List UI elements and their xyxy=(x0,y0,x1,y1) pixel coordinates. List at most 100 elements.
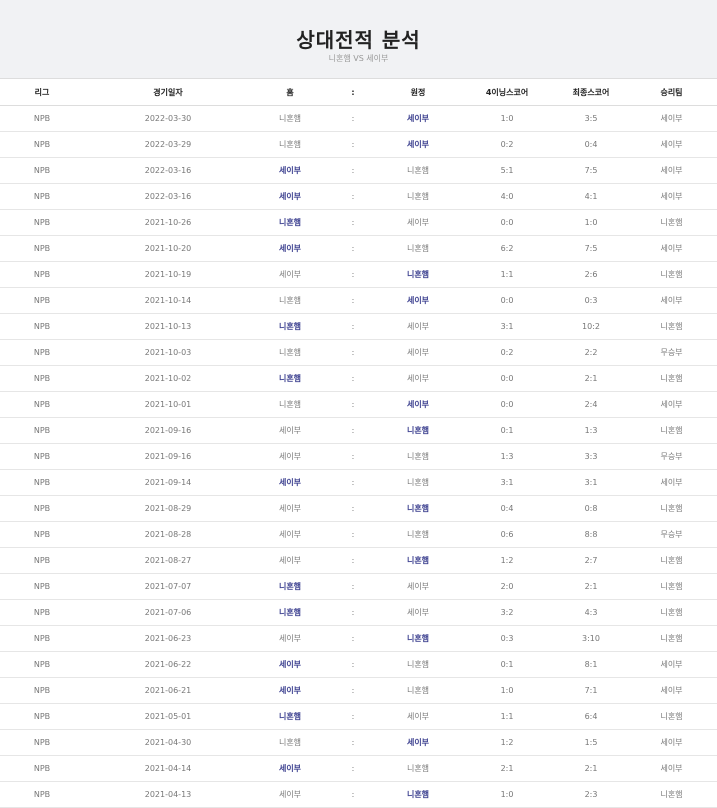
separator-cell: : xyxy=(328,131,378,158)
page-header: 상대전적 분석 니혼햄 VS 세이부 xyxy=(0,0,717,78)
away-team-cell: 니혼햄 xyxy=(378,495,458,522)
final-score-cell: 7:5 xyxy=(556,157,626,184)
home-team-cell: 세이부 xyxy=(252,261,328,288)
table-row: NPB 2021-10-14 니혼햄: 세이부 0:0 0:3 세이부 xyxy=(0,287,717,314)
four-inning-score-cell: 0:1 xyxy=(458,417,556,444)
league-cell: NPB xyxy=(0,365,84,392)
four-inning-score-cell: 0:0 xyxy=(458,287,556,314)
date-cell: 2021-10-02 xyxy=(84,365,252,392)
final-score-cell: 1:3 xyxy=(556,417,626,444)
table-row: NPB 2021-06-23 세이부: 니혼햄 0:3 3:10 니혼햄 xyxy=(0,625,717,652)
away-team-cell: 세이부 xyxy=(378,573,458,600)
date-cell: 2022-03-30 xyxy=(84,105,252,132)
four-inning-score-cell: 0:6 xyxy=(458,521,556,548)
date-cell: 2021-04-13 xyxy=(84,781,252,808)
date-cell: 2021-10-26 xyxy=(84,209,252,236)
final-score-cell: 0:3 xyxy=(556,287,626,314)
separator-cell: : xyxy=(328,677,378,704)
table-row: NPB 2022-03-30 니혼햄: 세이부 1:0 3:5 세이부 xyxy=(0,105,717,132)
away-team-cell: 니혼햄 xyxy=(378,417,458,444)
final-score-cell: 2:3 xyxy=(556,781,626,808)
column-header-4-inning-score: 4이닝스코어 xyxy=(458,78,556,106)
table-row: NPB 2021-09-16 세이부: 니혼햄 1:3 3:3 무승부 xyxy=(0,443,717,470)
date-cell: 2021-06-22 xyxy=(84,651,252,678)
home-team-cell: 세이부 xyxy=(252,651,328,678)
winner-cell: 니혼햄 xyxy=(626,261,717,288)
winner-cell: 니혼햄 xyxy=(626,625,717,652)
column-header-league: 리그 xyxy=(0,78,84,106)
winner-cell: 세이부 xyxy=(626,391,717,418)
table-row: NPB 2021-09-16 세이부: 니혼햄 0:1 1:3 니혼햄 xyxy=(0,417,717,444)
final-score-cell: 4:1 xyxy=(556,183,626,210)
winner-cell: 세이부 xyxy=(626,235,717,262)
winner-cell: 니혼햄 xyxy=(626,703,717,730)
date-cell: 2021-06-21 xyxy=(84,677,252,704)
date-cell: 2021-10-03 xyxy=(84,339,252,366)
four-inning-score-cell: 3:2 xyxy=(458,599,556,626)
away-team-cell: 니혼햄 xyxy=(378,235,458,262)
away-team-cell: 세이부 xyxy=(378,287,458,314)
away-team-cell: 니혼햄 xyxy=(378,469,458,496)
away-team-cell: 세이부 xyxy=(378,729,458,756)
home-team-cell: 세이부 xyxy=(252,235,328,262)
column-header-separator: : xyxy=(328,78,378,106)
final-score-cell: 2:4 xyxy=(556,391,626,418)
column-header-away: 원정 xyxy=(378,78,458,106)
date-cell: 2022-03-16 xyxy=(84,183,252,210)
winner-cell: 세이부 xyxy=(626,469,717,496)
away-team-cell: 세이부 xyxy=(378,703,458,730)
league-cell: NPB xyxy=(0,599,84,626)
date-cell: 2021-10-01 xyxy=(84,391,252,418)
date-cell: 2021-07-07 xyxy=(84,573,252,600)
four-inning-score-cell: 0:1 xyxy=(458,651,556,678)
date-cell: 2021-04-14 xyxy=(84,755,252,782)
league-cell: NPB xyxy=(0,417,84,444)
league-cell: NPB xyxy=(0,625,84,652)
separator-cell: : xyxy=(328,391,378,418)
winner-cell: 세이부 xyxy=(626,131,717,158)
table-row: NPB 2021-10-19 세이부: 니혼햄 1:1 2:6 니혼햄 xyxy=(0,261,717,288)
winner-cell: 세이부 xyxy=(626,105,717,132)
date-cell: 2021-08-27 xyxy=(84,547,252,574)
date-cell: 2021-09-16 xyxy=(84,417,252,444)
date-cell: 2021-07-06 xyxy=(84,599,252,626)
league-cell: NPB xyxy=(0,677,84,704)
date-cell: 2021-06-23 xyxy=(84,625,252,652)
table-row: NPB 2021-08-27 세이부: 니혼햄 1:2 2:7 니혼햄 xyxy=(0,547,717,574)
home-team-cell: 세이부 xyxy=(252,547,328,574)
table-row: NPB 2021-10-26 니혼햄: 세이부 0:0 1:0 니혼햄 xyxy=(0,209,717,236)
league-cell: NPB xyxy=(0,183,84,210)
home-team-cell: 세이부 xyxy=(252,755,328,782)
table-row: NPB 2021-09-14 세이부: 니혼햄 3:1 3:1 세이부 xyxy=(0,469,717,496)
final-score-cell: 2:1 xyxy=(556,573,626,600)
league-cell: NPB xyxy=(0,131,84,158)
date-cell: 2021-05-01 xyxy=(84,703,252,730)
date-cell: 2021-10-14 xyxy=(84,287,252,314)
table-row: NPB 2022-03-16 세이부: 니혼햄 5:1 7:5 세이부 xyxy=(0,157,717,184)
separator-cell: : xyxy=(328,651,378,678)
separator-cell: : xyxy=(328,469,378,496)
date-cell: 2021-10-19 xyxy=(84,261,252,288)
away-team-cell: 니혼햄 xyxy=(378,547,458,574)
league-cell: NPB xyxy=(0,573,84,600)
away-team-cell: 니혼햄 xyxy=(378,183,458,210)
final-score-cell: 0:8 xyxy=(556,495,626,522)
table-row: NPB 2022-03-29 니혼햄: 세이부 0:2 0:4 세이부 xyxy=(0,131,717,158)
separator-cell: : xyxy=(328,703,378,730)
final-score-cell: 8:1 xyxy=(556,651,626,678)
separator-cell: : xyxy=(328,105,378,132)
table-row: NPB 2021-10-20 세이부: 니혼햄 6:2 7:5 세이부 xyxy=(0,235,717,262)
column-header-home: 홈 xyxy=(252,78,328,106)
away-team-cell: 니혼햄 xyxy=(378,781,458,808)
four-inning-score-cell: 1:2 xyxy=(458,729,556,756)
final-score-cell: 8:8 xyxy=(556,521,626,548)
winner-cell: 니혼햄 xyxy=(626,495,717,522)
away-team-cell: 세이부 xyxy=(378,105,458,132)
final-score-cell: 10:2 xyxy=(556,313,626,340)
table-row: NPB 2021-04-13 세이부: 니혼햄 1:0 2:3 니혼햄 xyxy=(0,781,717,808)
home-team-cell: 니혼햄 xyxy=(252,599,328,626)
league-cell: NPB xyxy=(0,339,84,366)
league-cell: NPB xyxy=(0,781,84,808)
date-cell: 2021-04-30 xyxy=(84,729,252,756)
table-row: NPB 2021-07-07 니혼햄: 세이부 2:0 2:1 니혼햄 xyxy=(0,573,717,600)
